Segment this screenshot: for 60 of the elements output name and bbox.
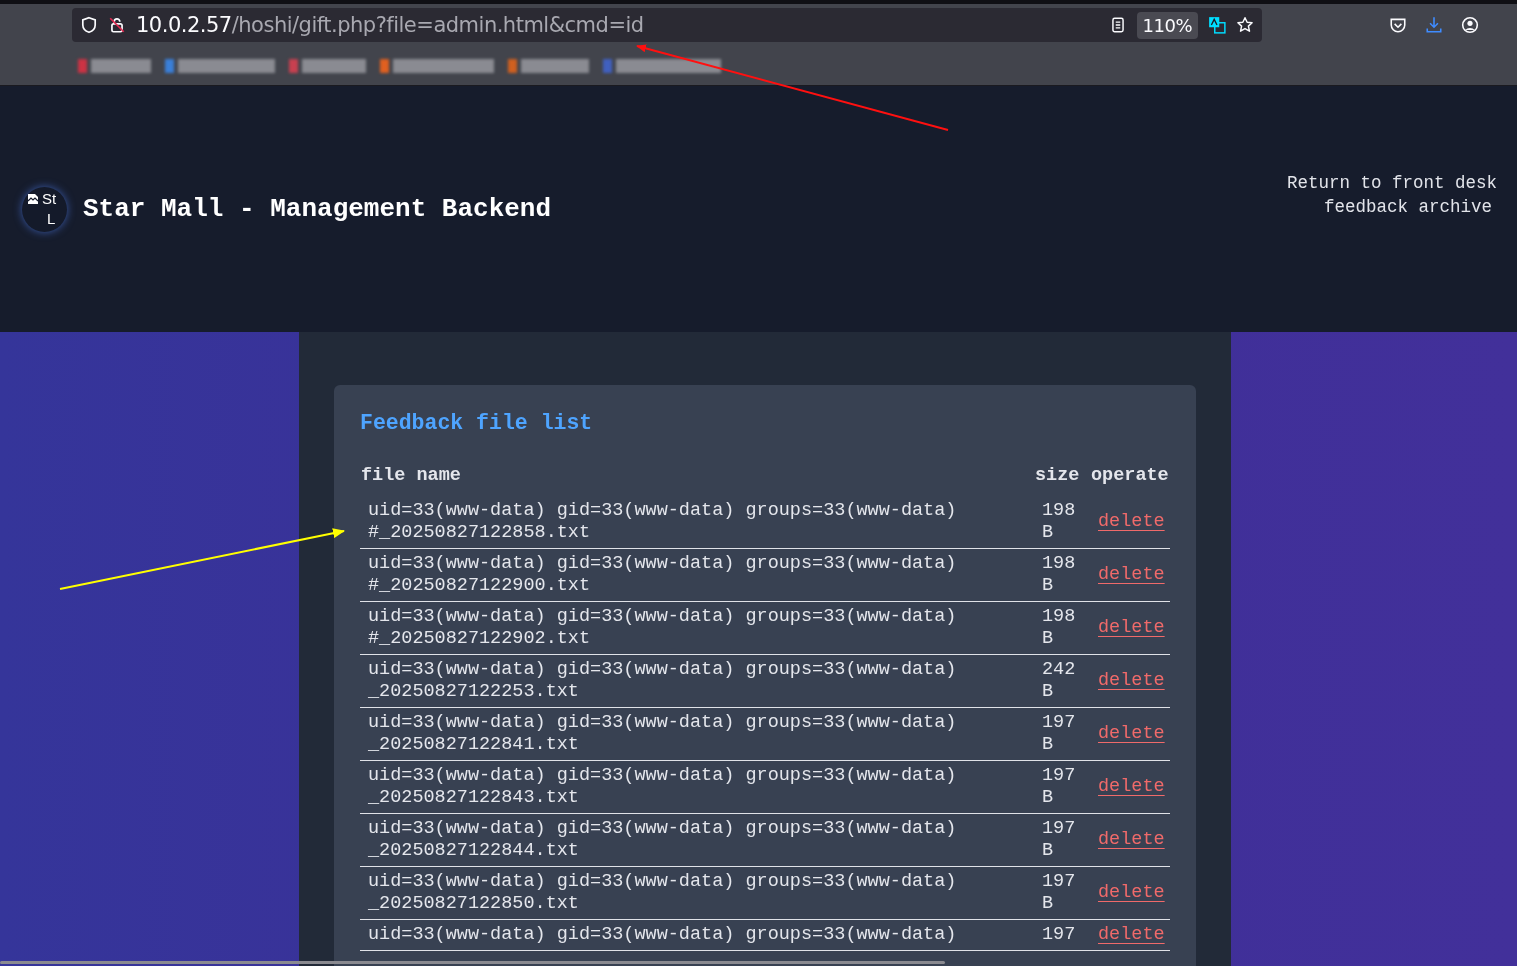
file-name: uid=33(www-data) gid=33(www-data) groups=33(www-data) <box>368 924 958 946</box>
delete-link[interactable]: delete <box>1098 564 1165 585</box>
file-name: uid=33(www-data) gid=33(www-data) groups=33(www-data) <box>368 553 958 575</box>
file-name: _20250827122841.txt <box>368 734 580 756</box>
column-header: operate <box>1090 465 1170 488</box>
delete-link[interactable]: delete <box>1098 617 1165 638</box>
address-bar[interactable]: 10.0.2.57/hoshi/gift.php?file=admin.html&cmd=id 110% <box>72 8 1262 42</box>
file-name: #_20250827122902.txt <box>368 628 592 650</box>
file-name: uid=33(www-data) gid=33(www-data) groups=33(www-data) <box>368 500 958 522</box>
zoom-level-button[interactable]: 110% <box>1136 11 1198 39</box>
site-title: Star Mall - Management Backend <box>83 194 552 224</box>
file-name: _20250827122253.txt <box>368 681 580 703</box>
download-icon[interactable] <box>1425 16 1443 34</box>
blurred-bookmark[interactable] <box>380 58 494 73</box>
blurred-bookmark[interactable] <box>78 58 151 73</box>
file-name: _20250827122850.txt <box>368 893 580 915</box>
delete-link[interactable]: delete <box>1098 776 1165 797</box>
translate-icon[interactable] <box>1208 16 1226 34</box>
file-name: uid=33(www-data) gid=33(www-data) groups=33(www-data) <box>368 818 958 840</box>
card-title: Feedback file list <box>360 411 594 435</box>
pocket-icon[interactable] <box>1389 16 1407 34</box>
file-name: #_20250827122858.txt <box>368 522 592 544</box>
file-size: 242 B <box>1042 659 1077 703</box>
file-size: 197 B <box>1042 712 1077 756</box>
file-name: #_20250827122900.txt <box>368 575 592 597</box>
column-header: size <box>1034 465 1081 488</box>
file-size: 197 <box>1042 924 1077 946</box>
file-size: 197 B <box>1042 818 1077 862</box>
file-name: uid=33(www-data) gid=33(www-data) groups=33(www-data) <box>368 606 958 628</box>
file-name: uid=33(www-data) gid=33(www-data) groups=33(www-data) <box>368 871 958 893</box>
delete-link[interactable]: delete <box>1098 882 1165 903</box>
shield-icon <box>80 16 98 34</box>
nav-link[interactable]: Return to front desk <box>1286 173 1497 193</box>
blurred-bookmark[interactable] <box>603 58 721 73</box>
file-name: uid=33(www-data) gid=33(www-data) groups=33(www-data) <box>368 659 958 681</box>
file-name: uid=33(www-data) gid=33(www-data) groups=33(www-data) <box>368 765 958 787</box>
delete-link[interactable]: delete <box>1098 670 1165 691</box>
account-icon[interactable] <box>1461 16 1479 34</box>
file-name: uid=33(www-data) gid=33(www-data) groups=33(www-data) <box>368 712 958 734</box>
delete-link[interactable]: delete <box>1098 829 1165 850</box>
file-size: 197 B <box>1042 765 1077 809</box>
broken-logo-image: St L <box>22 186 67 232</box>
file-name: _20250827122844.txt <box>368 840 580 862</box>
file-size: 198 B <box>1042 553 1077 597</box>
delete-link[interactable]: delete <box>1098 511 1165 532</box>
file-size: 198 B <box>1042 606 1077 650</box>
nav-link[interactable]: feedback archive <box>1323 197 1492 217</box>
file-name: _20250827122843.txt <box>368 787 580 809</box>
delete-link[interactable]: delete <box>1098 924 1165 945</box>
star-icon[interactable] <box>1236 16 1254 34</box>
blurred-bookmark[interactable] <box>289 58 366 73</box>
scrollbar-thumb[interactable] <box>0 961 945 964</box>
blurred-bookmark[interactable] <box>165 58 275 73</box>
url-text: 10.0.2.57/hoshi/gift.php?file=admin.html&cmd=id <box>136 13 644 37</box>
column-header: file name <box>360 465 462 488</box>
file-size: 197 B <box>1042 871 1077 915</box>
file-size: 198 B <box>1042 500 1077 544</box>
blurred-bookmark[interactable] <box>508 58 589 73</box>
delete-link[interactable]: delete <box>1098 723 1165 744</box>
lock-icon <box>108 16 126 34</box>
